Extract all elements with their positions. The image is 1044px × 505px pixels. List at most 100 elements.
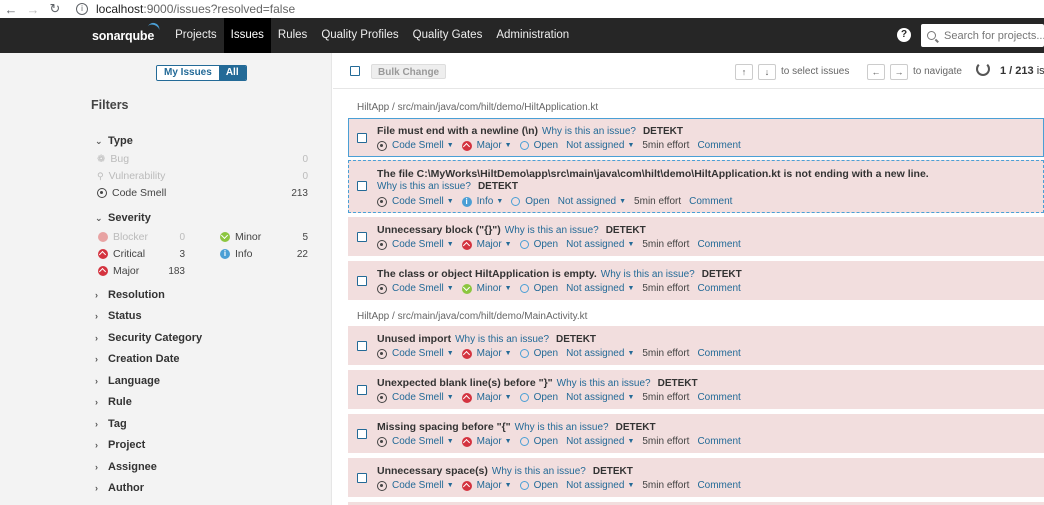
comment-link[interactable]: Comment <box>697 392 740 403</box>
issue-checkbox[interactable] <box>357 429 367 439</box>
issue-assignee-dropdown[interactable]: Not assigned ▼ <box>566 140 634 151</box>
issue-message[interactable]: Unexpected blank line(s) before "}" <box>377 377 553 389</box>
issue-message[interactable]: Unnecessary block ("{}") <box>377 224 501 236</box>
facet-resolution[interactable]: › Resolution <box>95 289 165 301</box>
issue-checkbox[interactable] <box>357 232 367 242</box>
nav-administration[interactable]: Administration <box>489 18 576 53</box>
facet-severity[interactable]: ⌄ Severity <box>95 212 151 224</box>
issue-severity-dropdown[interactable]: Minor ▼ <box>461 283 512 294</box>
issue-severity-dropdown[interactable]: Major ▼ <box>461 239 512 250</box>
comment-link[interactable]: Comment <box>697 436 740 447</box>
issue-status[interactable]: Open <box>519 436 558 447</box>
nav-projects[interactable]: Projects <box>168 18 224 53</box>
facet-type[interactable]: ⌄ Type <box>95 135 133 147</box>
issue-item[interactable]: The file C:\MyWorks\HiltDemo\app\src\mai… <box>348 160 1044 213</box>
issue-type-dropdown[interactable]: Code Smell ▼ <box>377 283 454 294</box>
issue-message[interactable]: Unused import <box>377 333 451 345</box>
comment-link[interactable]: Comment <box>689 196 732 207</box>
issue-assignee-dropdown[interactable]: Not assigned ▼ <box>566 480 634 491</box>
nav-quality-profiles[interactable]: Quality Profiles <box>314 18 405 53</box>
issue-checkbox[interactable] <box>357 133 367 143</box>
severity-info[interactable]: Info <box>220 248 253 260</box>
issue-item[interactable]: Unexpected blank line(s) before "}" Why i… <box>348 370 1044 409</box>
issue-checkbox[interactable] <box>357 181 367 191</box>
issue-type-dropdown[interactable]: Code Smell ▼ <box>377 239 454 250</box>
nav-rules[interactable]: Rules <box>271 18 314 53</box>
comment-link[interactable]: Comment <box>697 480 740 491</box>
facet-rule[interactable]: › Rule <box>95 396 132 408</box>
all-issues-button[interactable]: All <box>218 66 246 80</box>
facet-language[interactable]: › Language <box>95 375 160 387</box>
address-bar[interactable]: i localhost:9000/issues?resolved=false <box>76 2 295 16</box>
issue-assignee-dropdown[interactable]: Not assigned ▼ <box>566 283 634 294</box>
why-link[interactable]: Why is this an issue? <box>455 334 549 345</box>
type-bug[interactable]: ❁ Bug <box>97 153 129 165</box>
issue-status[interactable]: Open <box>519 480 558 491</box>
project-search-input[interactable]: Search for projects... <box>921 24 1044 47</box>
facet-status[interactable]: › Status <box>95 310 142 322</box>
nav-issues[interactable]: Issues <box>223 18 271 53</box>
facet-project[interactable]: › Project <box>95 439 145 451</box>
issue-checkbox[interactable] <box>357 276 367 286</box>
issue-message[interactable]: Missing spacing before "{" <box>377 421 511 433</box>
issue-status[interactable]: Open <box>519 283 558 294</box>
component-path[interactable]: HiltApp / src/main/java/com/hilt/demo/Ma… <box>357 311 587 322</box>
issue-status[interactable]: Open <box>519 348 558 359</box>
issue-status[interactable]: Open <box>519 392 558 403</box>
issue-assignee-dropdown[interactable]: Not assigned ▼ <box>566 239 634 250</box>
why-link[interactable]: Why is this an issue? <box>557 378 651 389</box>
issue-severity-dropdown[interactable]: Major ▼ <box>461 480 512 491</box>
issue-type-dropdown[interactable]: Code Smell ▼ <box>377 348 454 359</box>
why-link[interactable]: Why is this an issue? <box>515 422 609 433</box>
issue-type-dropdown[interactable]: Code Smell ▼ <box>377 480 454 491</box>
issue-assignee-dropdown[interactable]: Not assigned ▼ <box>566 436 634 447</box>
issue-item[interactable]: Unnecessary space(s) Why is this an issue… <box>348 458 1044 497</box>
comment-link[interactable]: Comment <box>697 140 740 151</box>
comment-link[interactable]: Comment <box>697 239 740 250</box>
comment-link[interactable]: Comment <box>697 283 740 294</box>
facet-author[interactable]: › Author <box>95 482 144 494</box>
comment-link[interactable]: Comment <box>697 348 740 359</box>
issue-checkbox[interactable] <box>357 385 367 395</box>
issue-type-dropdown[interactable]: Code Smell ▼ <box>377 196 454 207</box>
issue-type-dropdown[interactable]: Code Smell ▼ <box>377 140 454 151</box>
reload-issues-icon[interactable] <box>976 62 990 76</box>
issue-item[interactable]: Missing spacing before "{" Why is this an… <box>348 414 1044 453</box>
issue-item[interactable]: Unnecessary block ("{}") Why is this an i… <box>348 217 1044 256</box>
why-link[interactable]: Why is this an issue? <box>542 126 636 137</box>
issue-type-dropdown[interactable]: Code Smell ▼ <box>377 392 454 403</box>
issue-message[interactable]: The file C:\MyWorks\HiltDemo\app\src\mai… <box>377 168 929 180</box>
issue-item[interactable]: The class or object HiltApplication is e… <box>348 261 1044 300</box>
facet-assignee[interactable]: › Assignee <box>95 461 157 473</box>
sonarqube-logo[interactable]: sonarqube <box>92 20 162 43</box>
back-arrow-icon[interactable]: ← <box>0 2 22 17</box>
facet-security-category[interactable]: › Security Category <box>95 332 202 344</box>
forward-arrow-icon[interactable]: → <box>22 2 44 17</box>
issue-status[interactable]: Open <box>519 140 558 151</box>
issue-severity-dropdown[interactable]: Info▼ <box>461 196 503 207</box>
severity-critical[interactable]: Critical <box>98 248 145 260</box>
issue-type-dropdown[interactable]: Code Smell ▼ <box>377 436 454 447</box>
severity-blocker[interactable]: Blocker <box>98 231 148 243</box>
reload-icon[interactable]: ↻ <box>44 1 66 17</box>
issue-checkbox[interactable] <box>357 341 367 351</box>
issue-checkbox[interactable] <box>357 473 367 483</box>
type-code-smell[interactable]: Code Smell <box>97 187 166 199</box>
why-link[interactable]: Why is this an issue? <box>492 466 586 477</box>
severity-major[interactable]: Major <box>98 265 139 277</box>
why-link[interactable]: Why is this an issue? <box>377 181 471 192</box>
facet-creation-date[interactable]: › Creation Date <box>95 353 180 365</box>
issue-item[interactable]: Unused import Why is this an issue? DETEKT… <box>348 326 1044 365</box>
issue-assignee-dropdown[interactable]: Not assigned ▼ <box>566 348 634 359</box>
issue-severity-dropdown[interactable]: Major ▼ <box>461 436 512 447</box>
my-issues-button[interactable]: My Issues <box>157 66 219 80</box>
issue-item[interactable]: File must end with a newline (\n) Why is … <box>348 118 1044 157</box>
issue-severity-dropdown[interactable]: Major ▼ <box>461 392 512 403</box>
component-path[interactable]: HiltApp / src/main/java/com/hilt/demo/Hi… <box>357 102 598 113</box>
select-all-checkbox[interactable] <box>350 66 360 76</box>
facet-tag[interactable]: › Tag <box>95 418 127 430</box>
why-link[interactable]: Why is this an issue? <box>505 225 599 236</box>
issue-status[interactable]: Open <box>511 196 550 207</box>
issue-message[interactable]: The class or object HiltApplication is e… <box>377 268 597 280</box>
issue-assignee-dropdown[interactable]: Not assigned ▼ <box>558 196 626 207</box>
